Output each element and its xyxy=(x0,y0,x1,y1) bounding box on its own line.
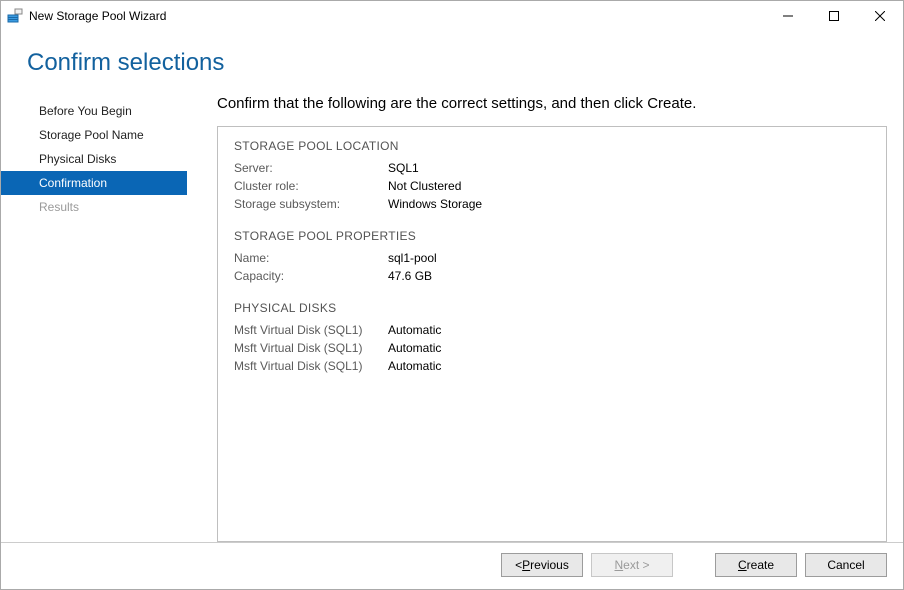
minimize-button[interactable] xyxy=(765,1,811,31)
disk-mode: Automatic xyxy=(388,323,441,337)
page-title: Confirm selections xyxy=(27,49,903,77)
disk-row: Msft Virtual Disk (SQL1) Automatic xyxy=(234,339,870,357)
confirmation-panel: STORAGE POOL LOCATION Server: SQL1 Clust… xyxy=(217,126,887,542)
titlebar: New Storage Pool Wizard xyxy=(1,1,903,31)
section-title-physical-disks: PHYSICAL DISKS xyxy=(234,301,870,315)
value-storage-subsystem: Windows Storage xyxy=(388,197,482,211)
maximize-button[interactable] xyxy=(811,1,857,31)
row-storage-subsystem: Storage subsystem: Windows Storage xyxy=(234,195,870,213)
step-before-you-begin[interactable]: Before You Begin xyxy=(1,99,187,123)
disk-row: Msft Virtual Disk (SQL1) Automatic xyxy=(234,357,870,375)
disk-name: Msft Virtual Disk (SQL1) xyxy=(234,323,388,337)
next-button: Next > xyxy=(591,553,673,577)
section-title-location: STORAGE POOL LOCATION xyxy=(234,139,870,153)
disk-mode: Automatic xyxy=(388,359,441,373)
value-capacity: 47.6 GB xyxy=(388,269,432,283)
value-server: SQL1 xyxy=(388,161,419,175)
wizard-main: Confirm that the following are the corre… xyxy=(187,95,887,542)
wizard-steps-sidebar: Before You Begin Storage Pool Name Physi… xyxy=(1,95,187,542)
value-name: sql1-pool xyxy=(388,251,437,265)
step-confirmation[interactable]: Confirmation xyxy=(1,171,187,195)
label-cluster-role: Cluster role: xyxy=(234,179,388,193)
step-results: Results xyxy=(1,195,187,219)
window-controls xyxy=(765,1,903,31)
label-name: Name: xyxy=(234,251,388,265)
disk-name: Msft Virtual Disk (SQL1) xyxy=(234,359,388,373)
wizard-footer: < Previous Next > Create Cancel xyxy=(1,542,903,589)
disk-row: Msft Virtual Disk (SQL1) Automatic xyxy=(234,321,870,339)
row-cluster-role: Cluster role: Not Clustered xyxy=(234,177,870,195)
label-capacity: Capacity: xyxy=(234,269,388,283)
instruction-text: Confirm that the following are the corre… xyxy=(217,95,887,112)
label-storage-subsystem: Storage subsystem: xyxy=(234,197,388,211)
wizard-body: Before You Begin Storage Pool Name Physi… xyxy=(1,95,903,542)
step-physical-disks[interactable]: Physical Disks xyxy=(1,147,187,171)
cancel-button[interactable]: Cancel xyxy=(805,553,887,577)
row-name: Name: sql1-pool xyxy=(234,249,870,267)
row-capacity: Capacity: 47.6 GB xyxy=(234,267,870,285)
previous-button[interactable]: < Previous xyxy=(501,553,583,577)
row-server: Server: SQL1 xyxy=(234,159,870,177)
step-storage-pool-name[interactable]: Storage Pool Name xyxy=(1,123,187,147)
section-title-properties: STORAGE POOL PROPERTIES xyxy=(234,229,870,243)
window-title: New Storage Pool Wizard xyxy=(29,9,166,23)
disk-name: Msft Virtual Disk (SQL1) xyxy=(234,341,388,355)
close-button[interactable] xyxy=(857,1,903,31)
wizard-window: New Storage Pool Wizard Confirm selectio… xyxy=(0,0,904,590)
label-server: Server: xyxy=(234,161,388,175)
storage-pool-icon xyxy=(7,8,23,24)
value-cluster-role: Not Clustered xyxy=(388,179,461,193)
create-button[interactable]: Create xyxy=(715,553,797,577)
disk-mode: Automatic xyxy=(388,341,441,355)
page-header: Confirm selections xyxy=(1,31,903,95)
